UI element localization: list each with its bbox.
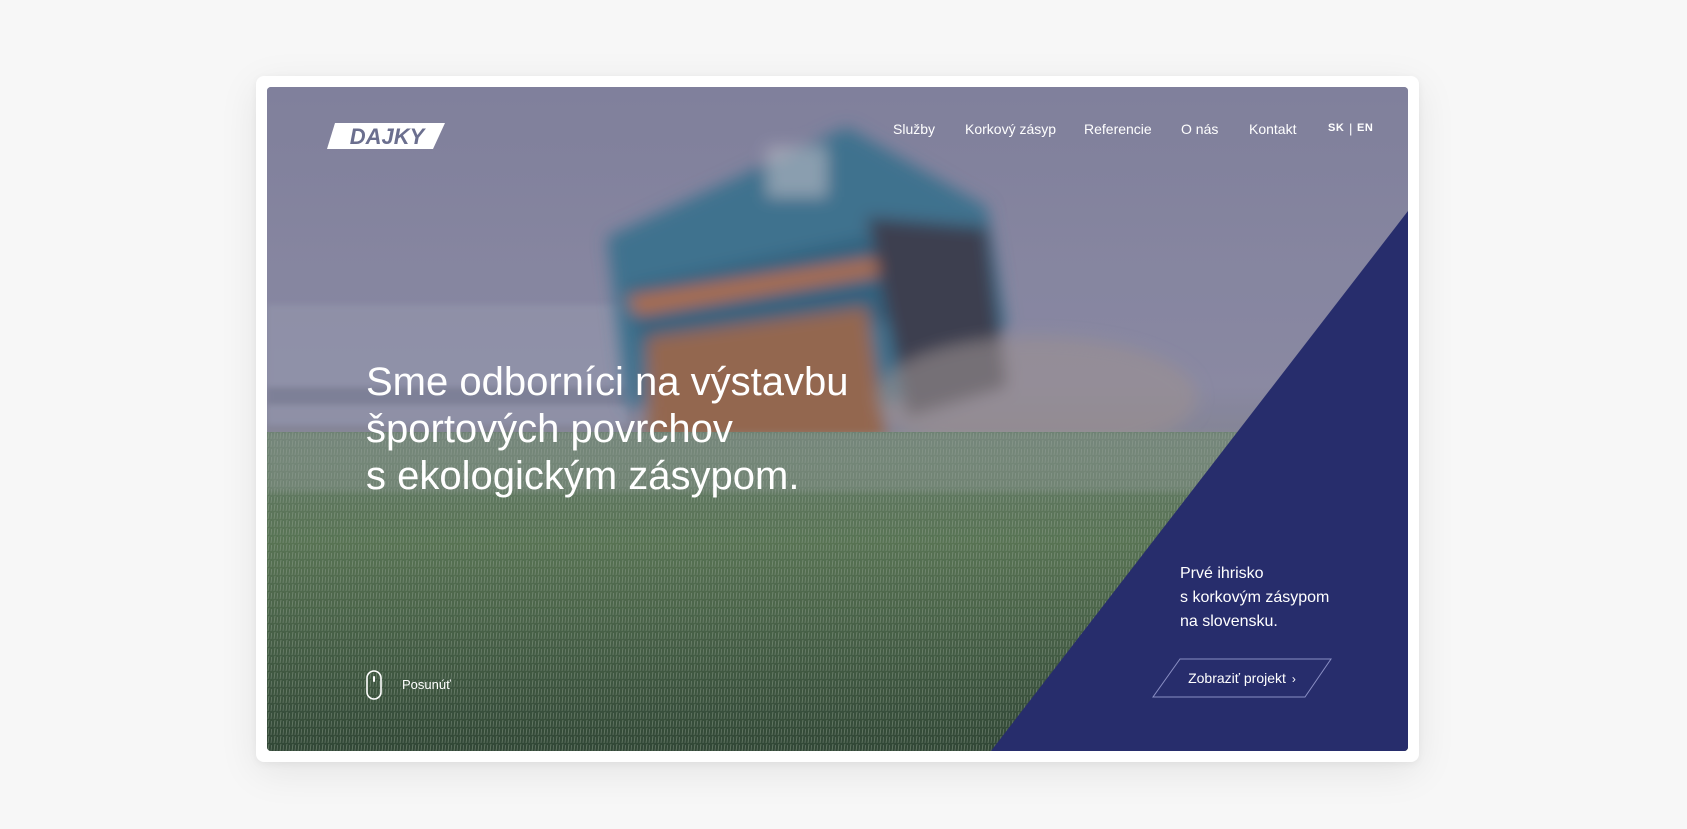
- hero-section: DAJKY Služby Korkový zásyp Referencie O …: [267, 87, 1408, 751]
- chevron-right-icon: ›: [1291, 672, 1296, 686]
- nav-item-korkovy-zasyp[interactable]: Korkový zásyp: [965, 121, 1056, 137]
- cta-label: Zobraziť projekt: [1188, 670, 1286, 686]
- headline-line: športových povrchov: [366, 407, 733, 451]
- view-project-button[interactable]: Zobraziť projekt ›: [1152, 658, 1332, 698]
- headline-line: Sme odborníci na výstavbu: [366, 360, 849, 404]
- promo-line: Prvé ihrisko: [1180, 565, 1264, 582]
- nav-item-sluzby[interactable]: Služby: [893, 121, 935, 137]
- hero-headline: Sme odborníci na výstavbu športových pov…: [366, 359, 926, 500]
- top-navigation: DAJKY Služby Korkový zásyp Referencie O …: [267, 87, 1408, 187]
- promo-text: Prvé ihrisko s korkovým zásypom na slove…: [1180, 562, 1329, 634]
- nav-item-o-nas[interactable]: O nás: [1181, 121, 1218, 137]
- scroll-label: Posunúť: [402, 677, 451, 692]
- headline-line: s ekologickým zásypom.: [366, 454, 800, 498]
- nav-item-referencie[interactable]: Referencie: [1084, 121, 1152, 137]
- promo-line: s korkovým zásypom: [1180, 589, 1330, 606]
- language-separator: |: [1349, 121, 1353, 136]
- language-sk[interactable]: SK: [1328, 122, 1344, 134]
- main-menu: Služby Korkový zásyp Referencie O nás Ko…: [267, 121, 1408, 145]
- mouse-scroll-icon: [366, 670, 382, 700]
- language-en[interactable]: EN: [1357, 122, 1373, 134]
- promo-line: na slovensku.: [1180, 613, 1278, 630]
- nav-item-kontakt[interactable]: Kontakt: [1249, 121, 1296, 137]
